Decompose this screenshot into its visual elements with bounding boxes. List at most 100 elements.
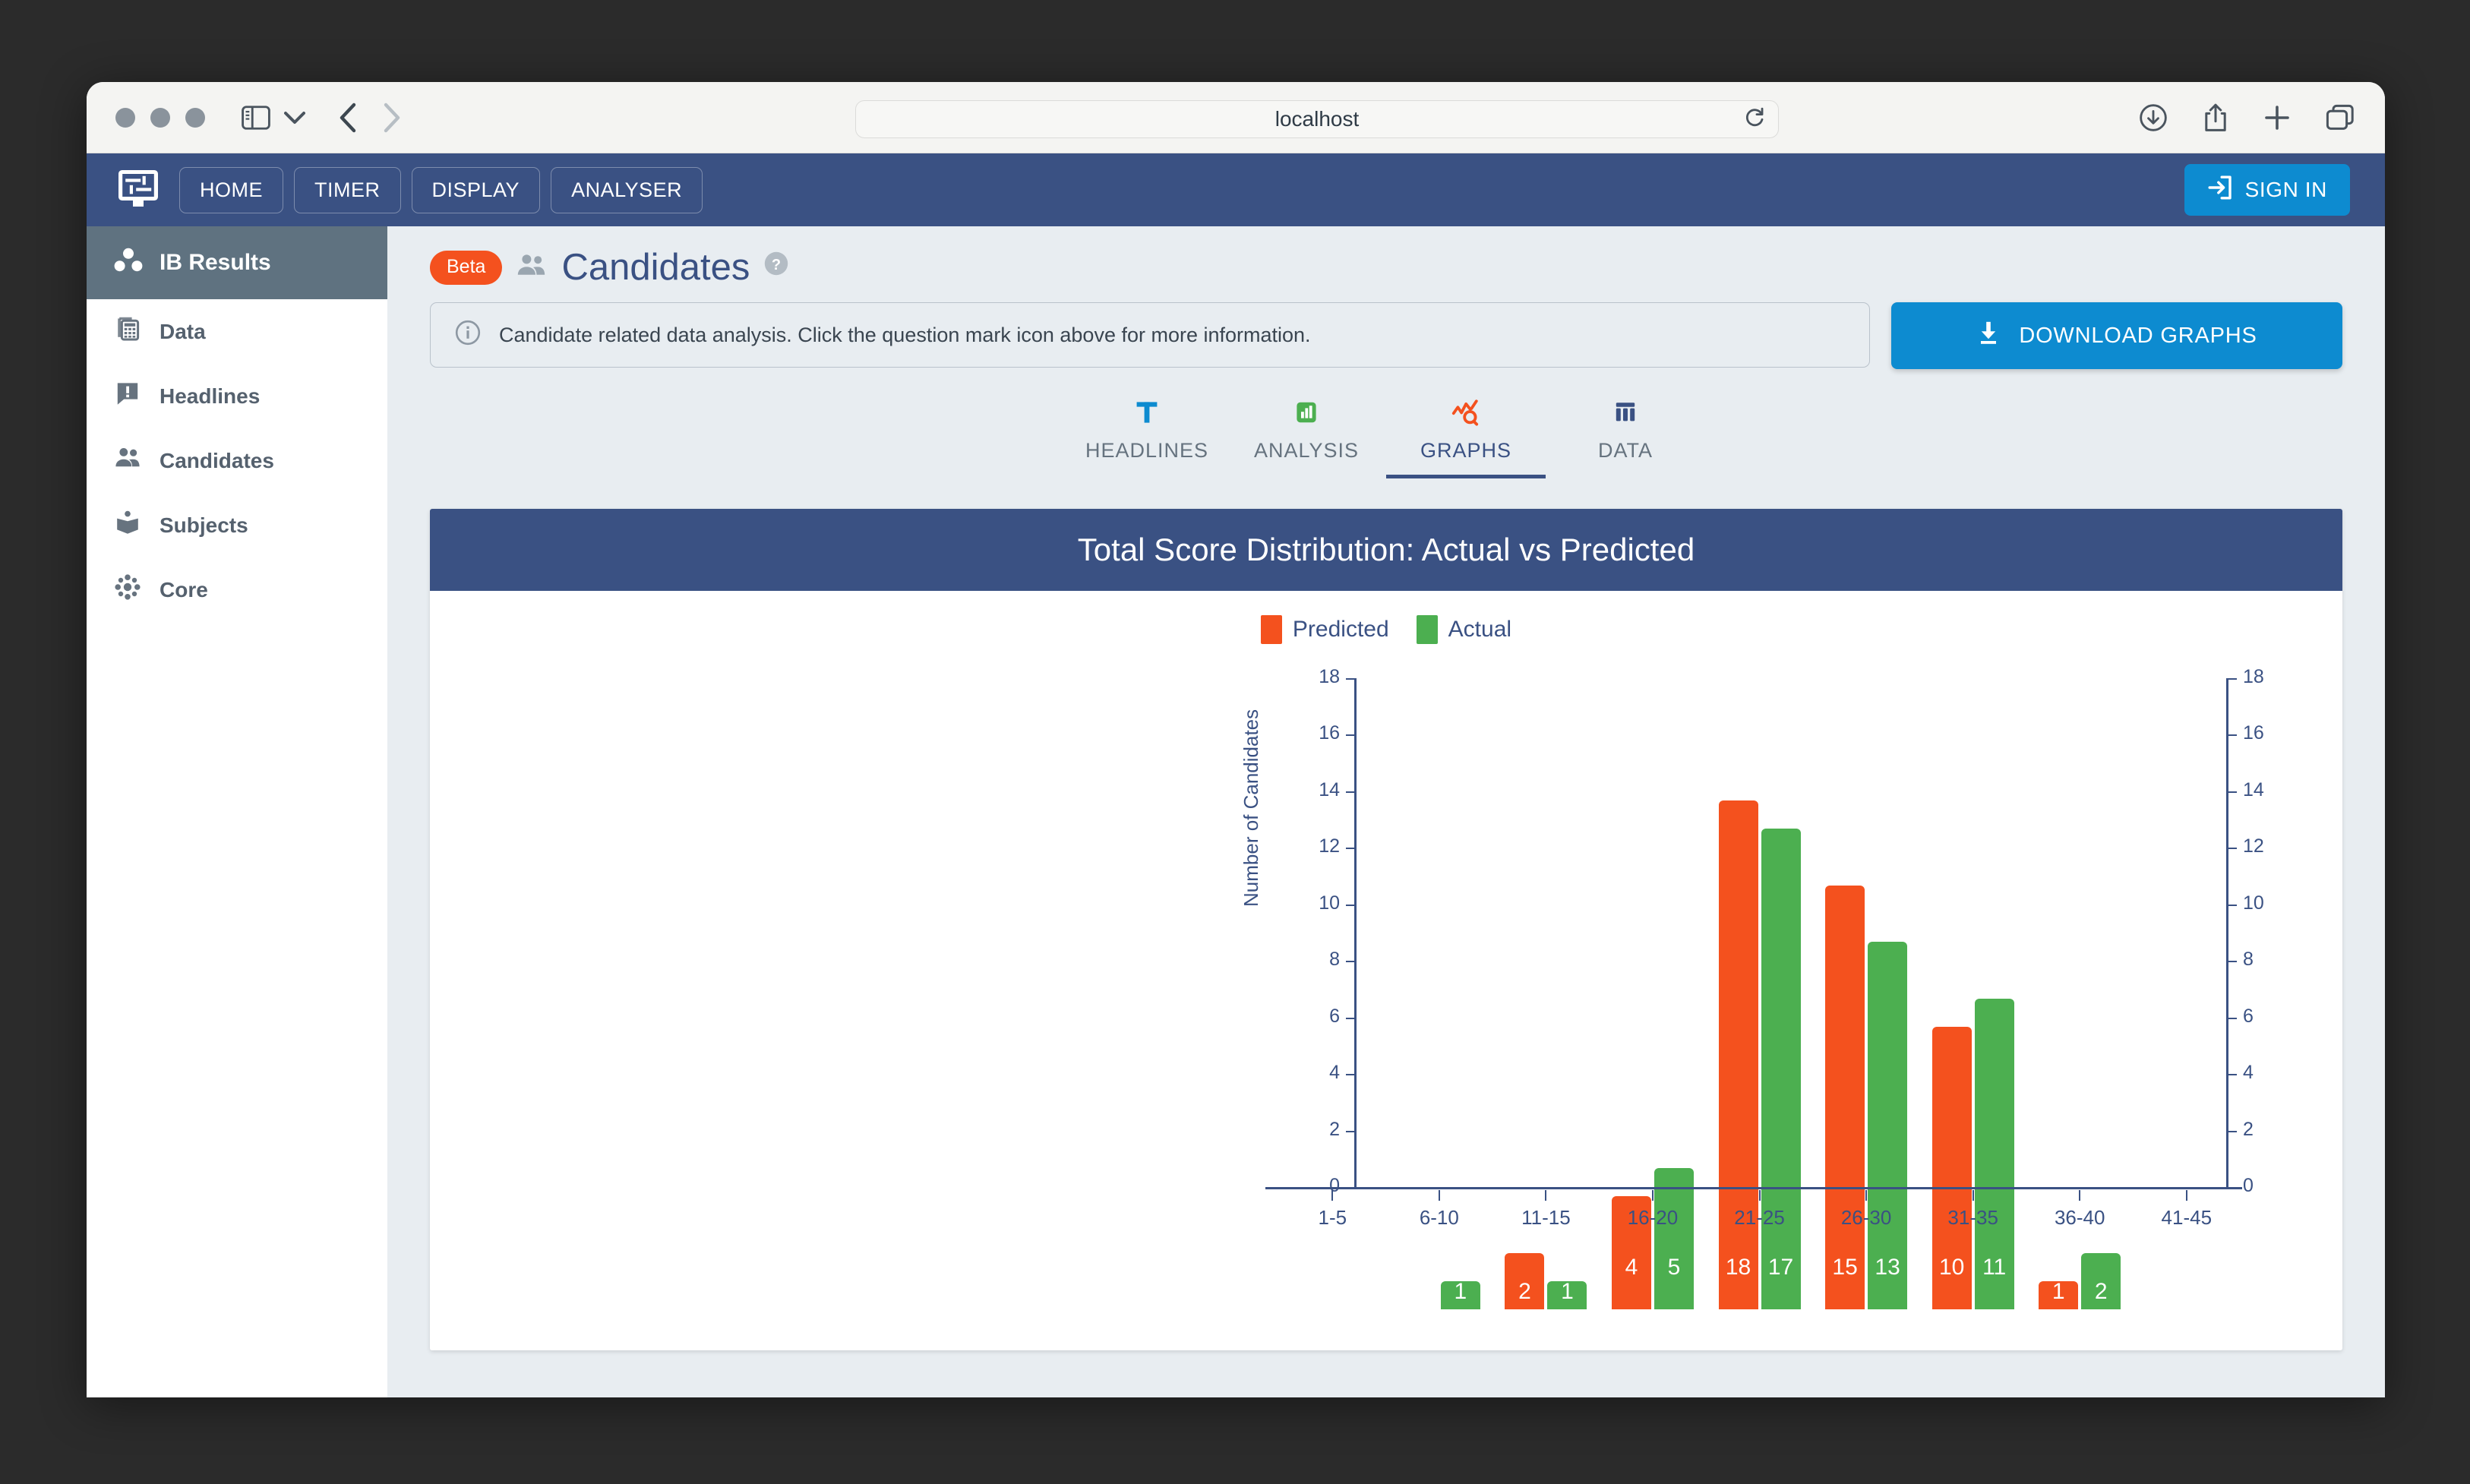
x-tick-label: 1-5 — [1318, 1206, 1347, 1229]
x-tick-label: 21-25 — [1734, 1206, 1785, 1229]
reload-icon[interactable] — [1745, 107, 1764, 132]
legend-item-actual[interactable]: Actual — [1416, 615, 1512, 644]
bar-group: 15 13 — [1813, 800, 1920, 1309]
x-tick — [1492, 1190, 1600, 1201]
close-window-button[interactable] — [115, 107, 135, 128]
x-tick-label: 41-45 — [2161, 1206, 2213, 1229]
sidebar: IB Results Data Headlines Candidates Sub… — [87, 226, 387, 1397]
text-t-icon — [1134, 395, 1160, 430]
downloads-icon[interactable] — [2139, 103, 2168, 132]
people-icon — [516, 251, 548, 284]
bar[interactable]: 15 — [1825, 885, 1865, 1309]
bar-value-label: 4 — [1625, 1255, 1638, 1280]
y-tick-label: 18 — [2243, 666, 2264, 687]
bar[interactable]: 17 — [1761, 829, 1801, 1309]
x-axis-labels: 1-5 6-10 11-15 16-20 21-25 26-30 31-35 36-40 41-… — [1279, 1206, 2240, 1230]
tab-analysis[interactable]: ANALYSIS — [1227, 386, 1386, 478]
bar-series-container: 1 2 1 4 5 18 17 15 13 10 11 1 2 — [1279, 800, 2240, 1309]
tab-label: HEADLINES — [1085, 439, 1209, 462]
tab-data[interactable]: DATA — [1546, 386, 1705, 478]
forward-arrow-icon[interactable] — [383, 103, 401, 133]
bar-group: 10 11 — [1919, 800, 2026, 1309]
tab-label: ANALYSIS — [1253, 439, 1360, 462]
tab-overview-icon[interactable] — [2326, 104, 2355, 131]
alert-bubble-icon — [114, 380, 141, 412]
legend-label: Actual — [1448, 617, 1512, 642]
sign-in-label: SIGN IN — [2244, 178, 2327, 201]
sidebar-item-core[interactable]: Core — [87, 557, 387, 622]
x-tick-label: 11-15 — [1521, 1206, 1571, 1229]
minimize-window-button[interactable] — [150, 107, 170, 128]
sidebar-item-subjects[interactable]: Subjects — [87, 493, 387, 557]
y-tick-label: 16 — [2243, 722, 2264, 744]
y-tick-label: 0 — [2243, 1175, 2254, 1196]
y-tick-label: 14 — [1319, 778, 1340, 800]
x-tick — [1600, 1190, 1707, 1201]
main-content: Beta Candidates ? Candidate related data… — [387, 226, 2385, 1397]
share-icon[interactable] — [2203, 103, 2228, 133]
x-tick-label: 36-40 — [2054, 1206, 2105, 1229]
x-axis-ticks — [1279, 1190, 2240, 1201]
nav-button-timer[interactable]: TIMER — [294, 166, 401, 213]
download-icon — [1976, 320, 2001, 352]
bar[interactable]: 10 — [1931, 1026, 1972, 1309]
tab-headlines[interactable]: HEADLINES — [1067, 386, 1227, 478]
bar[interactable]: 1 — [1440, 1279, 1480, 1309]
bar[interactable]: 18 — [1718, 800, 1758, 1309]
nav-button-home[interactable]: HOME — [179, 166, 283, 213]
bar-group: 18 17 — [1706, 800, 1813, 1309]
bar-value-label: 13 — [1875, 1255, 1900, 1280]
chart-card: Total Score Distribution: Actual vs Pred… — [430, 509, 2342, 1350]
y-tick-label: 12 — [2243, 835, 2264, 857]
nav-button-display[interactable]: DISPLAY — [411, 166, 541, 213]
analyser-logo-icon[interactable] — [114, 166, 163, 214]
x-tick — [2134, 1190, 2241, 1201]
x-tick — [1813, 1190, 1920, 1201]
book-icon — [114, 509, 141, 542]
x-axis-line — [1265, 1187, 2242, 1189]
back-arrow-icon[interactable] — [339, 103, 357, 133]
legend-label: Predicted — [1292, 617, 1389, 642]
new-tab-icon[interactable] — [2263, 104, 2291, 131]
bar[interactable]: 2 — [2081, 1252, 2121, 1309]
y-tick-label: 6 — [2243, 1005, 2254, 1027]
bar-value-label: 17 — [1767, 1255, 1794, 1280]
nav-button-analyser[interactable]: ANALYSER — [551, 166, 703, 213]
bar-group: 45 — [1600, 800, 1707, 1309]
bar[interactable]: 2 — [1505, 1252, 1545, 1309]
sidebar-toggle-icon[interactable] — [242, 105, 270, 130]
x-tick — [1386, 1190, 1493, 1201]
download-graphs-label: DOWNLOAD GRAPHS — [2019, 323, 2257, 348]
tab-bar: HEADLINES ANALYSIS GRAPHS DATA — [387, 386, 2385, 478]
sidebar-item-data[interactable]: Data — [87, 299, 387, 364]
x-tick-label: 26-30 — [1840, 1206, 1892, 1229]
info-banner-text: Candidate related data analysis. Click t… — [499, 323, 1311, 346]
y-tick-label: 8 — [2243, 949, 2254, 971]
bar[interactable]: 13 — [1868, 942, 1908, 1309]
y-tick-label: 14 — [2243, 778, 2264, 800]
x-tick — [1919, 1190, 2026, 1201]
browser-window: localhost HOME TIMER DISPLAY ANALYSER SI… — [87, 82, 2385, 1397]
sidebar-item-candidates[interactable]: Candidates — [87, 428, 387, 493]
download-graphs-button[interactable]: DOWNLOAD GRAPHS — [1891, 302, 2342, 369]
bar[interactable]: 1 — [1547, 1279, 1587, 1309]
sign-in-button[interactable]: SIGN IN — [2184, 164, 2350, 216]
address-bar[interactable]: localhost — [855, 100, 1779, 138]
legend-swatch-actual — [1416, 615, 1438, 644]
x-tick-label: 6-10 — [1419, 1206, 1459, 1229]
browser-toolbar: localhost — [87, 82, 2385, 153]
x-tick-label: 16-20 — [1627, 1206, 1679, 1229]
bar[interactable]: 11 — [1974, 998, 2014, 1309]
bar-value-label: 2 — [1518, 1279, 1531, 1304]
sidebar-item-headlines[interactable]: Headlines — [87, 364, 387, 428]
maximize-window-button[interactable] — [185, 107, 205, 128]
sidebar-header[interactable]: IB Results — [87, 226, 387, 299]
tab-graphs[interactable]: GRAPHS — [1386, 386, 1546, 478]
window-traffic-lights[interactable] — [115, 107, 205, 128]
legend-item-predicted[interactable]: Predicted — [1260, 615, 1389, 644]
bar[interactable]: 1 — [2039, 1279, 2079, 1309]
status-badge: Beta — [430, 250, 503, 285]
help-circle-icon[interactable]: ? — [763, 251, 789, 280]
chevron-down-icon[interactable] — [284, 111, 305, 125]
y-axis-label: Number of Candidates — [1240, 709, 1262, 907]
